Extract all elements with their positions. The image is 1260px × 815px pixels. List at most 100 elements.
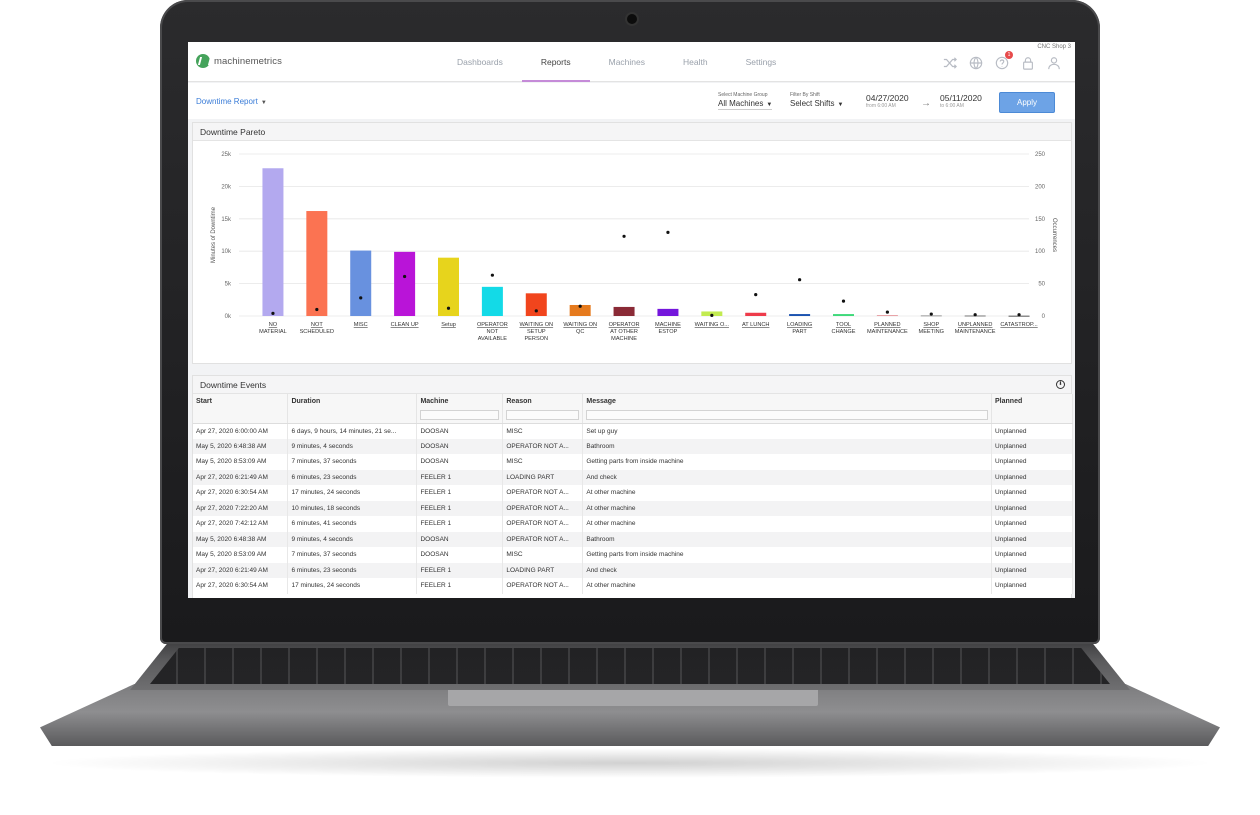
category-label: CHANGE [832,329,856,335]
table-row[interactable]: May 5, 2020 8:53:09 AM 7 minutes, 37 seco… [193,547,1073,563]
report-dropdown[interactable]: Downtime Report ▼ [196,97,267,106]
cell-duration: 10 minutes, 18 seconds [287,500,418,516]
filter-cell [991,409,1073,424]
end-date: 05/11/2020 [940,93,982,103]
cell-machine: FEELER 1 [416,500,504,516]
cell-message: Set up guy [582,423,993,439]
cell-machine: FEELER 1 [416,469,504,485]
end-time: to 6:00 AM [940,103,964,109]
tab-health[interactable]: Health [664,42,727,82]
start-date: 04/27/2020 [866,93,909,103]
table-row[interactable]: Apr 27, 2020 7:22:20 AM 10 minutes, 18 se… [193,500,1073,516]
column-header-planned[interactable]: Planned [991,394,1073,409]
table-row[interactable]: May 5, 2020 6:48:38 AM 9 minutes, 4 secon… [193,531,1073,547]
category-label: PERSON [524,336,548,342]
tab-dashboards[interactable]: Dashboards [438,42,522,82]
start-time: from 6:00 AM [866,103,896,109]
lock-icon[interactable] [1021,56,1035,70]
filter-cell [502,409,584,424]
occurrence-point [534,309,538,313]
y2-tick-label: 50 [1038,282,1045,288]
caret-down-icon: ▼ [260,100,267,106]
machine-group-select[interactable]: All Machines ▼ [718,99,773,110]
category-label: NOT [311,322,323,328]
shuffle-icon[interactable] [943,56,957,70]
y2-tick-label: 100 [1035,249,1046,255]
category-label: PART [792,329,807,335]
apply-button[interactable]: Apply [999,92,1055,113]
cell-message: At other machine [582,516,993,532]
cell-reason: OPERATOR NOT A... [502,578,584,594]
tab-reports[interactable]: Reports [521,42,590,82]
top-icons: 1 [943,51,1061,70]
downtime-events-panel: Downtime Events ⬇ Start Duration Machine Re… [192,375,1073,598]
category-label: PLANNED [874,322,900,328]
cell-duration: 6 minutes, 41 seconds [287,516,418,532]
bar [350,250,372,316]
cell-planned: Unplanned [991,578,1073,594]
top-navigation: machinemetrics Dashboards Reports Machines… [188,42,1075,82]
column-header-reason[interactable]: Reason [502,394,584,409]
cell-duration: 9 minutes, 4 seconds [287,531,418,547]
table-row[interactable]: Apr 27, 2020 6:00:00 AM 6 days, 9 hours, … [193,423,1073,439]
cell-planned: Unplanned [991,531,1073,547]
message-filter-input[interactable] [586,410,989,420]
category-label: NO [269,322,278,328]
y2-tick-label: 250 [1035,152,1046,158]
category-label: WAITING O... [695,322,730,328]
app-screen: machinemetrics Dashboards Reports Machines… [188,42,1075,598]
y-axis-label: Minutes of Downtime [211,206,217,263]
table-row[interactable]: Apr 27, 2020 6:30:54 AM 17 minutes, 24 se… [193,485,1073,501]
cell-start: Apr 27, 2020 7:22:20 AM [193,500,289,516]
category-label: MACHINE [611,336,637,342]
table-row[interactable]: Apr 27, 2020 6:21:49 AM 6 minutes, 23 sec… [193,469,1073,485]
cell-message: And check [582,562,993,578]
cell-start: Apr 27, 2020 7:42:12 AM [193,516,289,532]
bar [833,314,854,316]
shift-select[interactable]: Select Shifts ▼ [790,99,843,109]
pareto-chart: 0k 5k 10k 15k 20k 25k 0 50 100 150 200 250 Minutes o… [211,152,1057,342]
shift-label: Filter By Shift [790,92,820,98]
table-row[interactable]: May 5, 2020 8:53:09 AM 7 minutes, 37 seco… [193,454,1073,470]
laptop-frame: machinemetrics Dashboards Reports Machines… [0,0,1260,815]
tab-settings[interactable]: Settings [727,42,796,82]
logo-icon [196,54,210,68]
filter-cell [416,409,504,424]
occurrence-point [754,293,758,297]
brand-logo[interactable]: machinemetrics [196,54,282,68]
cell-machine: DOOSAN [416,547,504,563]
end-date-picker[interactable]: 05/11/2020 to 6:00 AM [940,93,982,109]
cell-machine: FEELER 1 [416,516,504,532]
category-label: MAINTENANCE [955,329,996,335]
column-header-message[interactable]: Message [582,394,993,409]
occurrence-point [885,310,889,314]
laptop-shadow [40,748,1220,778]
occurrence-point [490,273,494,277]
cell-duration: 6 days, 9 hours, 14 minutes, 21 se... [287,423,418,439]
table-row[interactable]: Apr 27, 2020 6:30:54 AM 17 minutes, 24 se… [193,578,1073,594]
column-header-duration[interactable]: Duration [287,394,418,409]
occurrence-point [271,311,275,316]
cell-reason: MISC [502,423,584,439]
start-date-picker[interactable]: 04/27/2020 from 6:00 AM [866,93,909,109]
download-icon[interactable]: ⬇ [1056,380,1065,389]
help-icon[interactable]: 1 [995,51,1013,70]
cell-start: May 5, 2020 6:48:38 AM [193,531,289,547]
webcam [627,14,637,24]
user-icon[interactable] [1047,56,1061,70]
column-header-machine[interactable]: Machine [416,394,504,409]
category-label: NOT [486,329,498,335]
tab-machines[interactable]: Machines [590,42,664,82]
events-header: Downtime Events ⬇ [193,376,1071,394]
table-row[interactable]: May 5, 2020 6:48:38 AM 9 minutes, 4 secon… [193,438,1073,454]
machine-filter-input[interactable] [420,410,500,420]
bar [525,293,547,316]
cell-message: At other machine [582,500,993,516]
table-row[interactable]: Apr 27, 2020 6:21:49 AM 6 minutes, 23 sec… [193,562,1073,578]
filter-cell [193,409,289,424]
column-header-start[interactable]: Start [193,394,289,409]
reason-filter-input[interactable] [506,410,580,420]
bar [262,168,284,316]
table-row[interactable]: Apr 27, 2020 7:42:12 AM 6 minutes, 41 sec… [193,516,1073,532]
globe-icon[interactable] [969,56,983,70]
